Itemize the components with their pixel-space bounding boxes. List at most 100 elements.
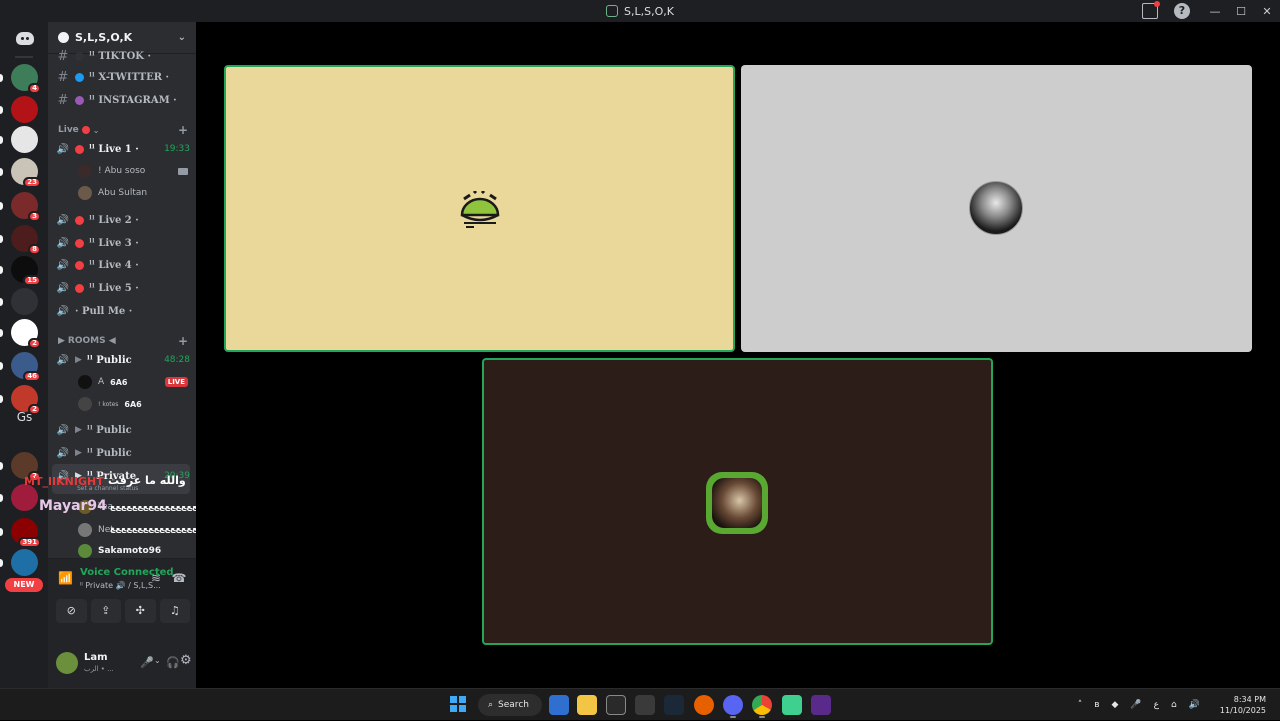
steam-icon[interactable] (664, 695, 684, 715)
channel-live-3[interactable]: 🔊 ˡˡ Live 3 · (56, 233, 190, 253)
language-indicator[interactable]: ع (1154, 700, 1159, 710)
bluetooth-icon[interactable]: ʙ (1094, 700, 1099, 710)
app-tray-icon[interactable]: ◆ (1111, 700, 1118, 710)
chevron-up-icon[interactable]: ˄ (1078, 700, 1083, 710)
volume-icon[interactable]: 🔊 (1189, 700, 1200, 710)
clock[interactable]: 8:34 PM 11/10/2025 (1220, 694, 1266, 716)
server-avatar (11, 549, 38, 576)
category-live[interactable]: Live ⌄ + (58, 123, 188, 137)
server-icon[interactable]: 2 (11, 319, 41, 349)
running-indicator (759, 716, 765, 718)
soundboard-button[interactable]: ♫ (159, 599, 190, 623)
widgets-icon[interactable] (549, 695, 569, 715)
server-icon[interactable]: 46 (11, 352, 41, 382)
server-icon[interactable]: 23 (11, 158, 41, 188)
headphones-icon[interactable]: 🎧 (166, 656, 180, 669)
add-channel-icon[interactable]: + (178, 123, 188, 137)
file-explorer-icon[interactable] (577, 695, 597, 715)
channel-pull-me[interactable]: 🔊 · Pull Me · (56, 301, 190, 321)
server-icon[interactable]: 4 (11, 64, 41, 94)
microphone-icon[interactable]: 🎤 (140, 656, 154, 669)
help-icon[interactable]: ? (1174, 3, 1190, 19)
avatar (78, 375, 92, 389)
play-icon: ▶ (75, 355, 82, 365)
channel-name: ˡˡ Live 1 · (89, 143, 139, 155)
home-button[interactable] (11, 27, 38, 49)
channel-public-3[interactable]: 🔊 ▶ ˡˡ Public (56, 443, 190, 463)
live-badge: LIVE (164, 377, 188, 387)
server-icon[interactable]: 8 (11, 225, 41, 255)
maximize-button[interactable]: ☐ (1228, 5, 1254, 18)
channel-live-1[interactable]: 🔊 ˡˡ Live 1 · 19:33 (56, 139, 190, 159)
server-icon[interactable] (11, 126, 38, 153)
overlay-red-name: MT_IIKNIGHT (24, 475, 104, 488)
participant-tile[interactable] (741, 65, 1252, 352)
screen-share-button[interactable]: ⇪ (90, 599, 121, 623)
category-rooms[interactable]: ▶ ROOMS ◀ + (58, 334, 188, 348)
speaker-icon: 🔊 (56, 354, 70, 366)
channel-tiktok[interactable]: # ˡˡ TIKTOK · (56, 46, 190, 66)
inbox-icon[interactable] (1142, 1, 1160, 19)
app-icon[interactable] (782, 695, 802, 715)
unread-pill (0, 528, 3, 536)
firefox-icon[interactable] (694, 695, 714, 715)
server-icon[interactable]: 15 (11, 256, 41, 286)
next-app-icon[interactable] (811, 695, 831, 715)
epic-games-icon[interactable] (606, 695, 626, 715)
user-name[interactable]: Lam (84, 652, 108, 663)
activities-button[interactable]: ✣ (125, 599, 156, 623)
avatar (78, 523, 92, 537)
channel-instagram[interactable]: # ˡˡ INSTAGRAM · (56, 90, 190, 110)
taskbar-search[interactable]: ⌕ Search (478, 694, 542, 716)
speaker-icon: 🔊 (56, 447, 70, 459)
add-channel-icon[interactable]: + (178, 334, 188, 348)
network-icon[interactable]: ⌂ (1171, 700, 1177, 710)
speaker-icon: 🔊 (56, 237, 70, 249)
unread-pill (0, 235, 3, 243)
voice-user[interactable]: ! kotes 6A6 (78, 395, 188, 413)
unread-pill (0, 559, 3, 567)
channel-public-2[interactable]: 🔊 ▶ ˡˡ Public (56, 420, 190, 440)
server-icon[interactable]: 391 (11, 518, 41, 548)
unread-pill (0, 362, 3, 370)
channel-live-5[interactable]: 🔊 ˡˡ Live 5 · (56, 278, 190, 298)
participant-tile[interactable] (224, 65, 735, 352)
noise-suppression-icon[interactable]: ≋ (148, 571, 164, 587)
minimize-button[interactable]: — (1202, 5, 1228, 18)
camera-off-button[interactable]: ⊘ (56, 599, 87, 623)
voice-user[interactable]: A 6A6 LIVE (78, 373, 188, 391)
server-avatar (11, 126, 38, 153)
server-icon[interactable] (11, 549, 38, 576)
discord-icon[interactable] (723, 695, 743, 715)
server-icon[interactable] (11, 288, 38, 315)
channel-live-2[interactable]: 🔊 ˡˡ Live 2 · (56, 210, 190, 230)
participant-tile[interactable] (482, 358, 993, 645)
chrome-icon[interactable] (752, 695, 772, 715)
server-gs[interactable]: Gs (11, 407, 38, 427)
channel-public-1[interactable]: 🔊 ▶ ˡˡ Public 48:28 (56, 350, 190, 370)
play-icon: ▶ (75, 448, 82, 458)
mention-badge: 15 (23, 275, 41, 286)
start-button[interactable] (450, 696, 466, 712)
server-icon[interactable]: 3 (11, 192, 41, 222)
microphone-icon[interactable]: 🎤 (1130, 700, 1141, 710)
server-icon[interactable] (11, 484, 38, 511)
unread-pill (0, 168, 3, 176)
participant-avatar (706, 472, 768, 534)
voice-user[interactable]: ! Abu soso (78, 162, 188, 180)
disconnect-icon[interactable]: ☎ (171, 571, 187, 587)
close-button[interactable]: ✕ (1254, 5, 1280, 18)
avatar[interactable] (56, 652, 78, 674)
server-icon[interactable] (11, 96, 38, 123)
channel-x-twitter[interactable]: # ˡˡ X-TWITTER · (56, 67, 190, 87)
channel-live-4[interactable]: 🔊 ˡˡ Live 4 · (56, 255, 190, 275)
server-rail: 4 23 3 8 15 2 46 2 2 391 Gs NEW (0, 22, 48, 688)
unity-icon[interactable] (635, 695, 655, 715)
mention-badge: 46 (23, 371, 41, 382)
voice-user[interactable]: Abu Sultan (78, 184, 188, 202)
settings-gear-icon[interactable]: ⚙ (180, 653, 192, 668)
search-label: Search (498, 700, 529, 710)
overlay-zigzag-2: ﻊﻊﻊﻊﻊﻊﻊﻊﻊﻊﻊﻊﻊﻊﻊﻊﻊﻊﻊﻊﻊﻊﻊﻊﻊﻊ (110, 524, 197, 533)
speaker-icon: 🔊 (56, 282, 70, 294)
chevron-down-icon[interactable]: ⌄ (154, 656, 161, 665)
